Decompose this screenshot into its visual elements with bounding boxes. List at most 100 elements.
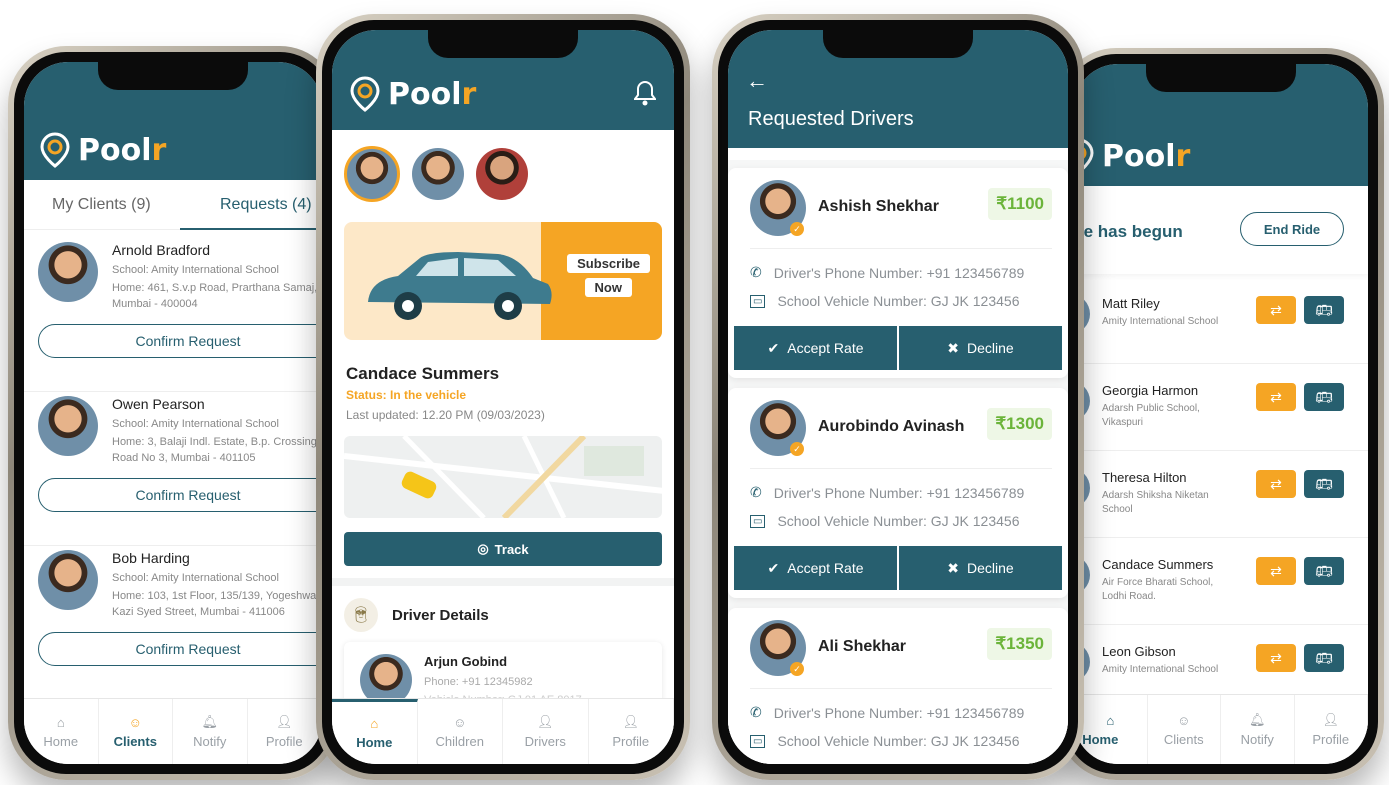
end-ride-button[interactable]: End Ride [1240,212,1344,246]
bottom-nav: ⌂ Home ☺ Children 👤︎ Drivers 👤︎ Profile [332,698,674,764]
child-avatar[interactable] [344,146,400,202]
rider-name: Candace Summers [1102,557,1214,572]
child-avatar[interactable] [412,148,464,200]
check-circle-icon: ✔ [767,339,780,356]
back-arrow-icon[interactable]: ← [746,68,768,94]
subscribe-banner[interactable]: Subscribe Now [344,222,662,340]
tab-notify[interactable]: 🔔︎ Notify [173,699,248,764]
tab-notify[interactable]: 🔔︎ Notify [1221,695,1295,764]
profile-icon: 👤︎ [1322,712,1339,727]
track-button[interactable]: ◎ Track [344,532,662,566]
rate-badge: ₹1300 [987,408,1052,440]
rider-name: Matt Riley [1102,296,1160,311]
logo-accent: r [151,132,167,168]
tab-children[interactable]: ☺ Children [418,699,503,764]
client-home-line2: Kazi Syed Street, Mumbai - 411006 [112,606,285,618]
client-avatar [38,550,98,610]
bell-icon: 🔔︎ [201,714,218,729]
tab-home[interactable]: ⌂ Home [24,699,99,764]
accept-rate-button[interactable]: ✔ Accept Rate [734,546,897,590]
app-logo: Pool r [40,132,166,168]
rider-row: Matt Riley Amity International School ⇄ 🚌︎ [1074,280,1368,364]
x-circle-icon: ✖ [947,339,960,356]
request-item: Arnold Bradford School: Amity Internation… [24,242,322,392]
driver-phone-number: Driver's Phone Number: +91 123456789 [773,704,1025,721]
home-icon: ⌂ [1106,712,1115,728]
rider-row: Theresa Hilton Adarsh Shiksha Niketan Scho… [1074,454,1368,538]
rider-school: Adarsh Public School, [1102,403,1200,414]
drop-off-icon[interactable]: ⇄ [1256,557,1296,585]
ride-status-text: Your Ride has begun [1074,222,1183,241]
confirm-request-button[interactable]: Confirm Request [38,632,322,666]
school-vehicle-number: School Vehicle Number: GJ JK 123456 [777,293,1020,309]
app-logo: Pool r [350,76,476,112]
confirm-request-button[interactable]: Confirm Request [38,478,322,512]
client-home: Home: 3, Balaji Indl. Estate, B.p. Cross… [112,436,320,448]
driver-phone-number: Driver's Phone Number: +91 123456789 [773,484,1025,501]
last-updated: Last updated: 12.20 PM (09/03/2023) [346,408,545,422]
client-home-line2: Road No 3, Mumbai - 401105 [112,452,256,464]
tab-profile[interactable]: 👤︎ Profile [589,699,674,764]
logo-accent: r [1175,138,1191,174]
logo-text: Pool [1102,138,1176,174]
tab-home[interactable]: ⌂ Home [332,699,418,764]
drivers-icon: 👤︎ [536,714,554,729]
rate-badge: ₹1100 [988,188,1052,220]
driver-name: Aurobindo Avinash [818,418,965,435]
bus-icon[interactable]: 🚌︎ [1304,383,1344,411]
drop-off-icon[interactable]: ⇄ [1256,383,1296,411]
bus-icon[interactable]: 🚌︎ [1304,557,1344,585]
bus-icon[interactable]: 🚌︎ [1304,296,1344,324]
live-map[interactable] [344,436,662,518]
phone-clients-screen: Pool r My Clients (9) Requests (4) Arnold… [8,46,338,780]
phone-home-screen: Pool r Subscribe Now Candace Summers Sta… [316,14,690,780]
decline-button[interactable]: ✖ Decline [899,326,1062,370]
phone-icon: ✆ [750,484,762,500]
driver-icon: 👮︎ [344,598,378,632]
school-vehicle-number: School Vehicle Number: GJ JK 123456 [777,513,1020,529]
bell-icon: 🔔︎ [1248,712,1266,727]
bus-icon[interactable]: 🚌︎ [1304,470,1344,498]
confirm-request-button[interactable]: Confirm Request [38,324,322,358]
rider-name: Georgia Harmon [1102,383,1199,398]
driver-list: ✓ Ashish Shekhar ₹1100 ✆ Driver's Phone Numb… [728,160,1068,764]
phone-icon: ✆ [750,264,762,280]
child-avatar[interactable] [476,148,528,200]
verified-badge-icon: ✓ [790,662,804,676]
child-status: Status: In the vehicle [346,388,467,402]
phone-ride-screen: Poolr Your Ride has begun End Ride Matt … [1058,48,1384,780]
drop-off-icon[interactable]: ⇄ [1256,296,1296,324]
bus-icon[interactable]: 🚌︎ [1304,644,1344,672]
bell-icon[interactable] [633,80,657,111]
banner-now-text: Now [584,278,632,297]
driver-name: Ali Shekhar [818,638,907,655]
location-pin-icon [350,76,380,112]
tab-clients[interactable]: ☺ Clients [1148,695,1221,764]
client-avatar [38,242,98,302]
tab-profile[interactable]: 👤︎ Profile [1295,695,1368,764]
tab-requests[interactable]: Requests (4) [180,180,322,230]
rider-school: Amity International School [1102,316,1219,327]
children-avatars [344,146,528,202]
tab-profile[interactable]: 👤︎ Profile [248,699,322,764]
tab-home[interactable]: ⌂ Home [1074,695,1148,764]
children-icon: ☺ [453,714,467,730]
driver-name: Arjun Gobind [424,654,508,669]
vehicle-plate-icon: ▭ [750,514,766,528]
banner-subscribe-text: Subscribe [567,254,650,273]
decline-button[interactable]: ✖ Decline [899,546,1062,590]
tab-clients[interactable]: ☺ Clients [99,699,173,764]
drop-off-icon[interactable]: ⇄ [1256,644,1296,672]
verified-badge-icon: ✓ [790,222,804,236]
tab-drivers[interactable]: 👤︎ Drivers [503,699,589,764]
drop-off-icon[interactable]: ⇄ [1256,470,1296,498]
accept-rate-button[interactable]: ✔ Accept Rate [734,326,897,370]
client-school: School: Amity International School [112,264,279,276]
location-pin-icon [40,132,70,168]
client-home: Home: 461, S.v.p Road, Prarthana Samaj, [112,282,318,294]
bottom-nav: ⌂ Home ☺ Clients 🔔︎ Notify 👤︎ Profile [24,698,322,764]
check-circle-icon: ✔ [767,559,780,576]
child-name: Candace Summers [346,364,500,383]
tab-my-clients[interactable]: My Clients (9) [52,196,151,214]
profile-icon: 👤︎ [622,714,639,729]
